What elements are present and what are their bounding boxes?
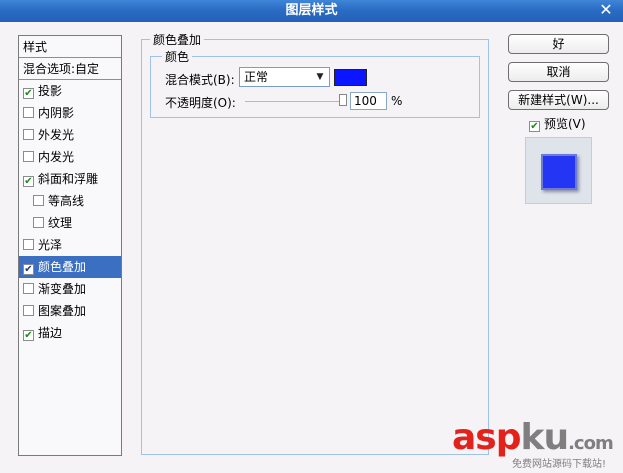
style-item-checkbox[interactable]: ✔ [23,176,34,187]
color-subgroup-title: 颜色 [162,48,193,65]
style-item[interactable]: ✔ 斜面和浮雕 [19,168,121,190]
style-item-checkbox[interactable] [23,129,34,140]
opacity-unit: % [391,94,403,108]
title-bar[interactable]: 图层样式 ✕ [0,0,623,22]
opacity-input[interactable]: 100 [350,92,387,110]
new-style-button[interactable]: 新建样式(W)... [508,90,609,110]
style-item-checkbox[interactable] [33,195,44,206]
style-item-label: 光泽 [38,238,63,252]
close-icon[interactable]: ✕ [597,1,615,19]
cancel-button[interactable]: 取消 [508,62,609,82]
watermark-subtitle: 免费网站源码下载站! [512,459,607,470]
preview-checkbox[interactable]: ✔ [529,121,540,132]
style-item-label: 渐变叠加 [38,282,87,296]
preview-label: 预览(V) [544,117,586,131]
style-item[interactable]: 光泽 [19,234,121,256]
style-item[interactable]: ✔ 颜色叠加 [19,256,121,278]
blend-options-item[interactable]: 混合选项:自定 [19,58,121,80]
style-item-checkbox[interactable]: ✔ [23,264,34,275]
style-item-checkbox[interactable] [23,305,34,316]
style-list: 样式 混合选项:自定 ✔ 投影内阴影外发光内发光 ✔ 斜面和浮雕等高线纹理光泽 ✔ 颜色叠… [18,35,122,456]
opacity-slider-thumb[interactable] [339,94,347,106]
style-item[interactable]: 图案叠加 [19,300,121,322]
style-item-checkbox[interactable] [23,107,34,118]
opacity-label: 不透明度(O): [165,96,236,110]
style-item-checkbox[interactable] [33,217,44,228]
style-item[interactable]: 内发光 [19,146,121,168]
style-item[interactable]: 外发光 [19,124,121,146]
style-item-label: 纹理 [48,216,73,230]
style-item-checkbox[interactable]: ✔ [23,330,34,341]
chevron-down-icon: ▼ [316,72,324,82]
style-list-header[interactable]: 样式 [19,36,121,58]
style-item[interactable]: 渐变叠加 [19,278,121,300]
blend-mode-select[interactable]: 正常 ▼ [239,67,330,87]
overlay-color-swatch[interactable] [334,69,367,86]
style-item[interactable]: 纹理 [19,212,121,234]
style-item-label: 图案叠加 [38,304,87,318]
style-item[interactable]: 等高线 [19,190,121,212]
style-item[interactable]: ✔ 描边 [19,322,121,344]
layer-style-dialog: 图层样式 ✕ 样式 混合选项:自定 ✔ 投影内阴影外发光内发光 ✔ 斜面和浮雕等高线纹… [0,0,623,473]
color-overlay-group-title: 颜色叠加 [150,31,205,48]
opacity-slider-track[interactable] [245,101,341,102]
style-item-label: 外发光 [38,128,75,142]
style-item-label: 斜面和浮雕 [38,172,99,186]
style-item-label: 内阴影 [38,106,75,120]
blend-mode-value: 正常 [244,70,269,84]
style-item-label: 等高线 [48,194,85,208]
style-item-label: 描边 [38,326,63,340]
preview-swatch [541,154,577,190]
style-item-checkbox[interactable]: ✔ [23,88,34,99]
style-item[interactable]: ✔ 投影 [19,80,121,102]
style-item-checkbox[interactable] [23,151,34,162]
style-item[interactable]: 内阴影 [19,102,121,124]
style-item-label: 颜色叠加 [38,260,87,274]
style-item-label: 内发光 [38,150,75,164]
style-item-checkbox[interactable] [23,283,34,294]
dialog-title: 图层样式 [285,3,338,18]
preview-thumbnail [525,137,592,204]
blend-mode-label: 混合模式(B): [165,73,235,87]
ok-button[interactable]: 好 [508,34,609,54]
style-item-checkbox[interactable] [23,239,34,250]
style-item-label: 投影 [38,84,63,98]
preview-checkbox-row[interactable]: ✔ 预览(V) [529,115,586,132]
